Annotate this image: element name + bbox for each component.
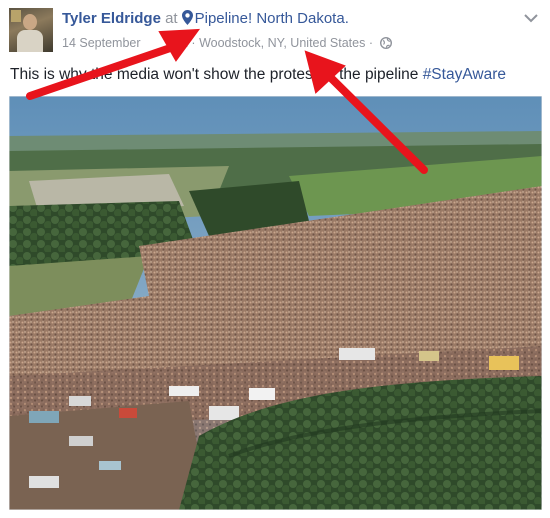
- location-pin-icon: [181, 10, 193, 31]
- chevron-down-icon[interactable]: [524, 10, 538, 28]
- at-label: at: [165, 10, 178, 27]
- post-header: Tyler Eldridge at Pipeline! North Dakota.…: [62, 9, 532, 54]
- post-photo[interactable]: [9, 96, 542, 510]
- globe-icon[interactable]: [379, 36, 392, 54]
- checkin-location-link[interactable]: Pipeline! North Dakota.: [195, 10, 349, 27]
- facebook-post: Tyler Eldridge at Pipeline! North Dakota.…: [0, 0, 550, 518]
- post-date-tail: 02: [174, 36, 188, 50]
- post-message: This is why the media won't show the pro…: [10, 66, 506, 83]
- avatar[interactable]: [9, 8, 53, 52]
- hashtag-link[interactable]: #StayAware: [423, 66, 506, 83]
- post-date[interactable]: 14 September: [62, 36, 141, 50]
- post-title-line: Tyler Eldridge at Pipeline! North Dakota.: [62, 9, 532, 31]
- place-name[interactable]: Woodstock, NY, United States: [199, 36, 365, 50]
- post-meta-line: 14 September 02 · Woodstock, NY, United …: [62, 34, 532, 54]
- author-name[interactable]: Tyler Eldridge: [62, 10, 161, 27]
